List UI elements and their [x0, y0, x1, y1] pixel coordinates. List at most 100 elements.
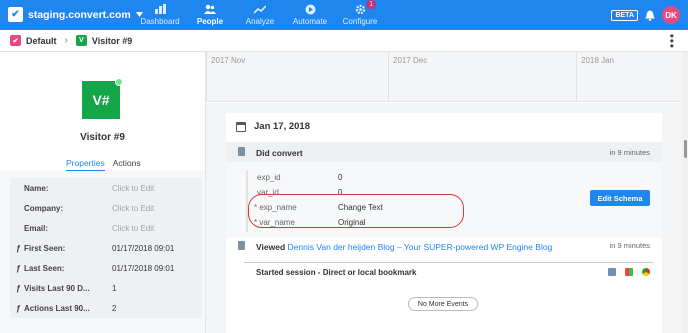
- event-time: in 9 minutes: [609, 241, 650, 250]
- property-label: Actions Last 90...: [24, 303, 90, 313]
- top-right-controls: BETA DK: [611, 6, 680, 24]
- properties-list: Name: Click to Edit Company: Click to Edit…: [10, 178, 202, 318]
- property-label: Email:: [24, 223, 49, 233]
- document-icon: [238, 241, 245, 250]
- month-label: 2017 Dec: [393, 56, 428, 65]
- gear-icon: [354, 3, 366, 15]
- events-panel: Jan 17, 2018 Did convert in 9 minutes ex…: [226, 113, 662, 333]
- nav-label: Analyze: [245, 17, 275, 26]
- project-icon: ✔: [10, 35, 21, 46]
- function-icon: ƒ: [16, 263, 21, 273]
- visitor-icon: V: [75, 35, 87, 46]
- avatar[interactable]: DK: [662, 6, 680, 24]
- avatar-initials: DK: [665, 10, 677, 20]
- annotation-highlight: [248, 194, 464, 228]
- nav-people[interactable]: People: [190, 3, 230, 26]
- notification-count-badge: 1: [366, 0, 376, 9]
- more-options-icon[interactable]: • • •: [670, 30, 674, 52]
- property-value: 1: [112, 283, 117, 293]
- session-icons: [608, 268, 650, 276]
- property-row: ƒ First Seen: 01/17/2018 09:01: [2, 238, 202, 258]
- dashboard-icon: [154, 3, 166, 15]
- function-icon: ƒ: [16, 283, 21, 293]
- nav-label: Dashboard: [140, 17, 180, 26]
- nav-dashboard[interactable]: Dashboard: [140, 3, 180, 26]
- property-label: First Seen:: [24, 243, 66, 253]
- tab-properties[interactable]: Properties: [66, 158, 105, 171]
- scrollbar[interactable]: [682, 52, 688, 333]
- automate-icon: [304, 3, 316, 15]
- beta-badge: BETA: [611, 9, 638, 21]
- property-value[interactable]: Click to Edit: [112, 204, 154, 213]
- breadcrumb-current: Visitor #9: [91, 35, 133, 46]
- visitor-glyph: V: [79, 37, 84, 44]
- visitor-sidebar: V# Visitor #9 Properties Actions Name: Cl…: [0, 52, 206, 333]
- event-title: Did convert: [256, 148, 303, 158]
- events-area: Jan 17, 2018 Did convert in 9 minutes ex…: [206, 103, 682, 333]
- property-label: Name:: [24, 183, 49, 193]
- property-label: Last Seen:: [24, 263, 65, 273]
- brand-name: staging.convert.com: [28, 8, 131, 21]
- brand-switcher[interactable]: ✔ staging.convert.com: [8, 7, 143, 22]
- property-label: Visits Last 90 D...: [24, 283, 90, 293]
- edit-schema-button[interactable]: Edit Schema: [590, 190, 650, 206]
- top-navbar: ✔ staging.convert.com Dashboard People A…: [0, 0, 688, 30]
- visitor-card: V# Visitor #9 Properties Actions: [0, 52, 205, 171]
- bell-icon[interactable]: [645, 10, 655, 21]
- online-status-dot: [115, 78, 123, 86]
- convert-logo-icon: ✔: [8, 7, 23, 22]
- visitor-tabs: Properties Actions: [66, 158, 141, 171]
- month-label: 2018 Jan: [581, 56, 614, 65]
- property-value: 2: [112, 303, 117, 313]
- viewed-prefix: Viewed: [256, 242, 286, 252]
- visitor-badge-label: V#: [92, 92, 110, 108]
- nav-label: Automate: [292, 17, 328, 26]
- desktop-icon: [608, 268, 616, 276]
- visitor-badge: V#: [82, 78, 123, 119]
- property-value: 01/17/2018 09:01: [112, 263, 175, 273]
- session-label: Started session - Direct or local bookma…: [256, 268, 417, 277]
- scrollbar-thumb[interactable]: [684, 140, 687, 158]
- property-value[interactable]: Click to Edit: [112, 224, 154, 233]
- event-row[interactable]: Did convert in 9 minutes: [226, 142, 662, 162]
- timeline-month: 2018 Jan: [576, 52, 682, 102]
- nav-automate[interactable]: Automate: [290, 3, 330, 26]
- nav-label: People: [196, 17, 224, 26]
- month-label: 2017 Nov: [211, 56, 246, 65]
- logo-glyph: ✔: [11, 9, 20, 20]
- breadcrumb-root[interactable]: Default: [26, 36, 57, 46]
- project-glyph: ✔: [12, 37, 19, 45]
- event-time: in 9 minutes: [609, 148, 650, 157]
- tab-actions[interactable]: Actions: [113, 158, 141, 171]
- day-date: Jan 17, 2018: [254, 121, 310, 132]
- calendar-icon: [236, 121, 246, 132]
- nav-analyze[interactable]: Analyze: [240, 3, 280, 26]
- property-value: 01/17/2018 09:01: [112, 243, 175, 253]
- property-row: ƒ Actions Last 90... 2: [2, 298, 202, 318]
- chevron-right-icon: ›: [64, 35, 68, 46]
- viewed-event: Viewed Dennis Van der heijden Blog – You…: [256, 242, 552, 252]
- nav-label: Configure: [342, 17, 378, 26]
- session-row: Started session - Direct or local bookma…: [244, 262, 654, 280]
- detail-key: exp_id: [257, 173, 281, 182]
- timeline-line: [246, 170, 248, 232]
- timeline-strip[interactable]: 2017 Nov 2017 Dec 2018 Jan: [206, 52, 682, 102]
- day-header: Jan 17, 2018: [236, 121, 310, 132]
- property-row: ƒ Visits Last 90 D... 1: [2, 278, 202, 298]
- chrome-icon: [642, 268, 650, 276]
- nav-configure[interactable]: 1 Configure: [340, 0, 380, 26]
- viewed-page-link[interactable]: Dennis Van der heijden Blog – Your SUPER…: [288, 242, 553, 252]
- property-row: Name: Click to Edit: [10, 178, 202, 198]
- breadcrumb: ✔ Default › V Visitor #9 • • •: [0, 30, 688, 52]
- analyze-icon: [254, 3, 266, 15]
- property-row: Company: Click to Edit: [10, 198, 202, 218]
- property-value[interactable]: Click to Edit: [112, 184, 154, 193]
- no-more-events-button[interactable]: No More Events: [408, 297, 478, 311]
- timeline-month: 2017 Nov: [206, 52, 388, 102]
- detail-value: 0: [338, 173, 343, 182]
- visitor-name: Visitor #9: [80, 132, 125, 143]
- property-row: ƒ Last Seen: 01/17/2018 09:01: [2, 258, 202, 278]
- function-icon: ƒ: [16, 303, 21, 313]
- people-icon: [204, 3, 216, 15]
- function-icon: ƒ: [16, 243, 21, 253]
